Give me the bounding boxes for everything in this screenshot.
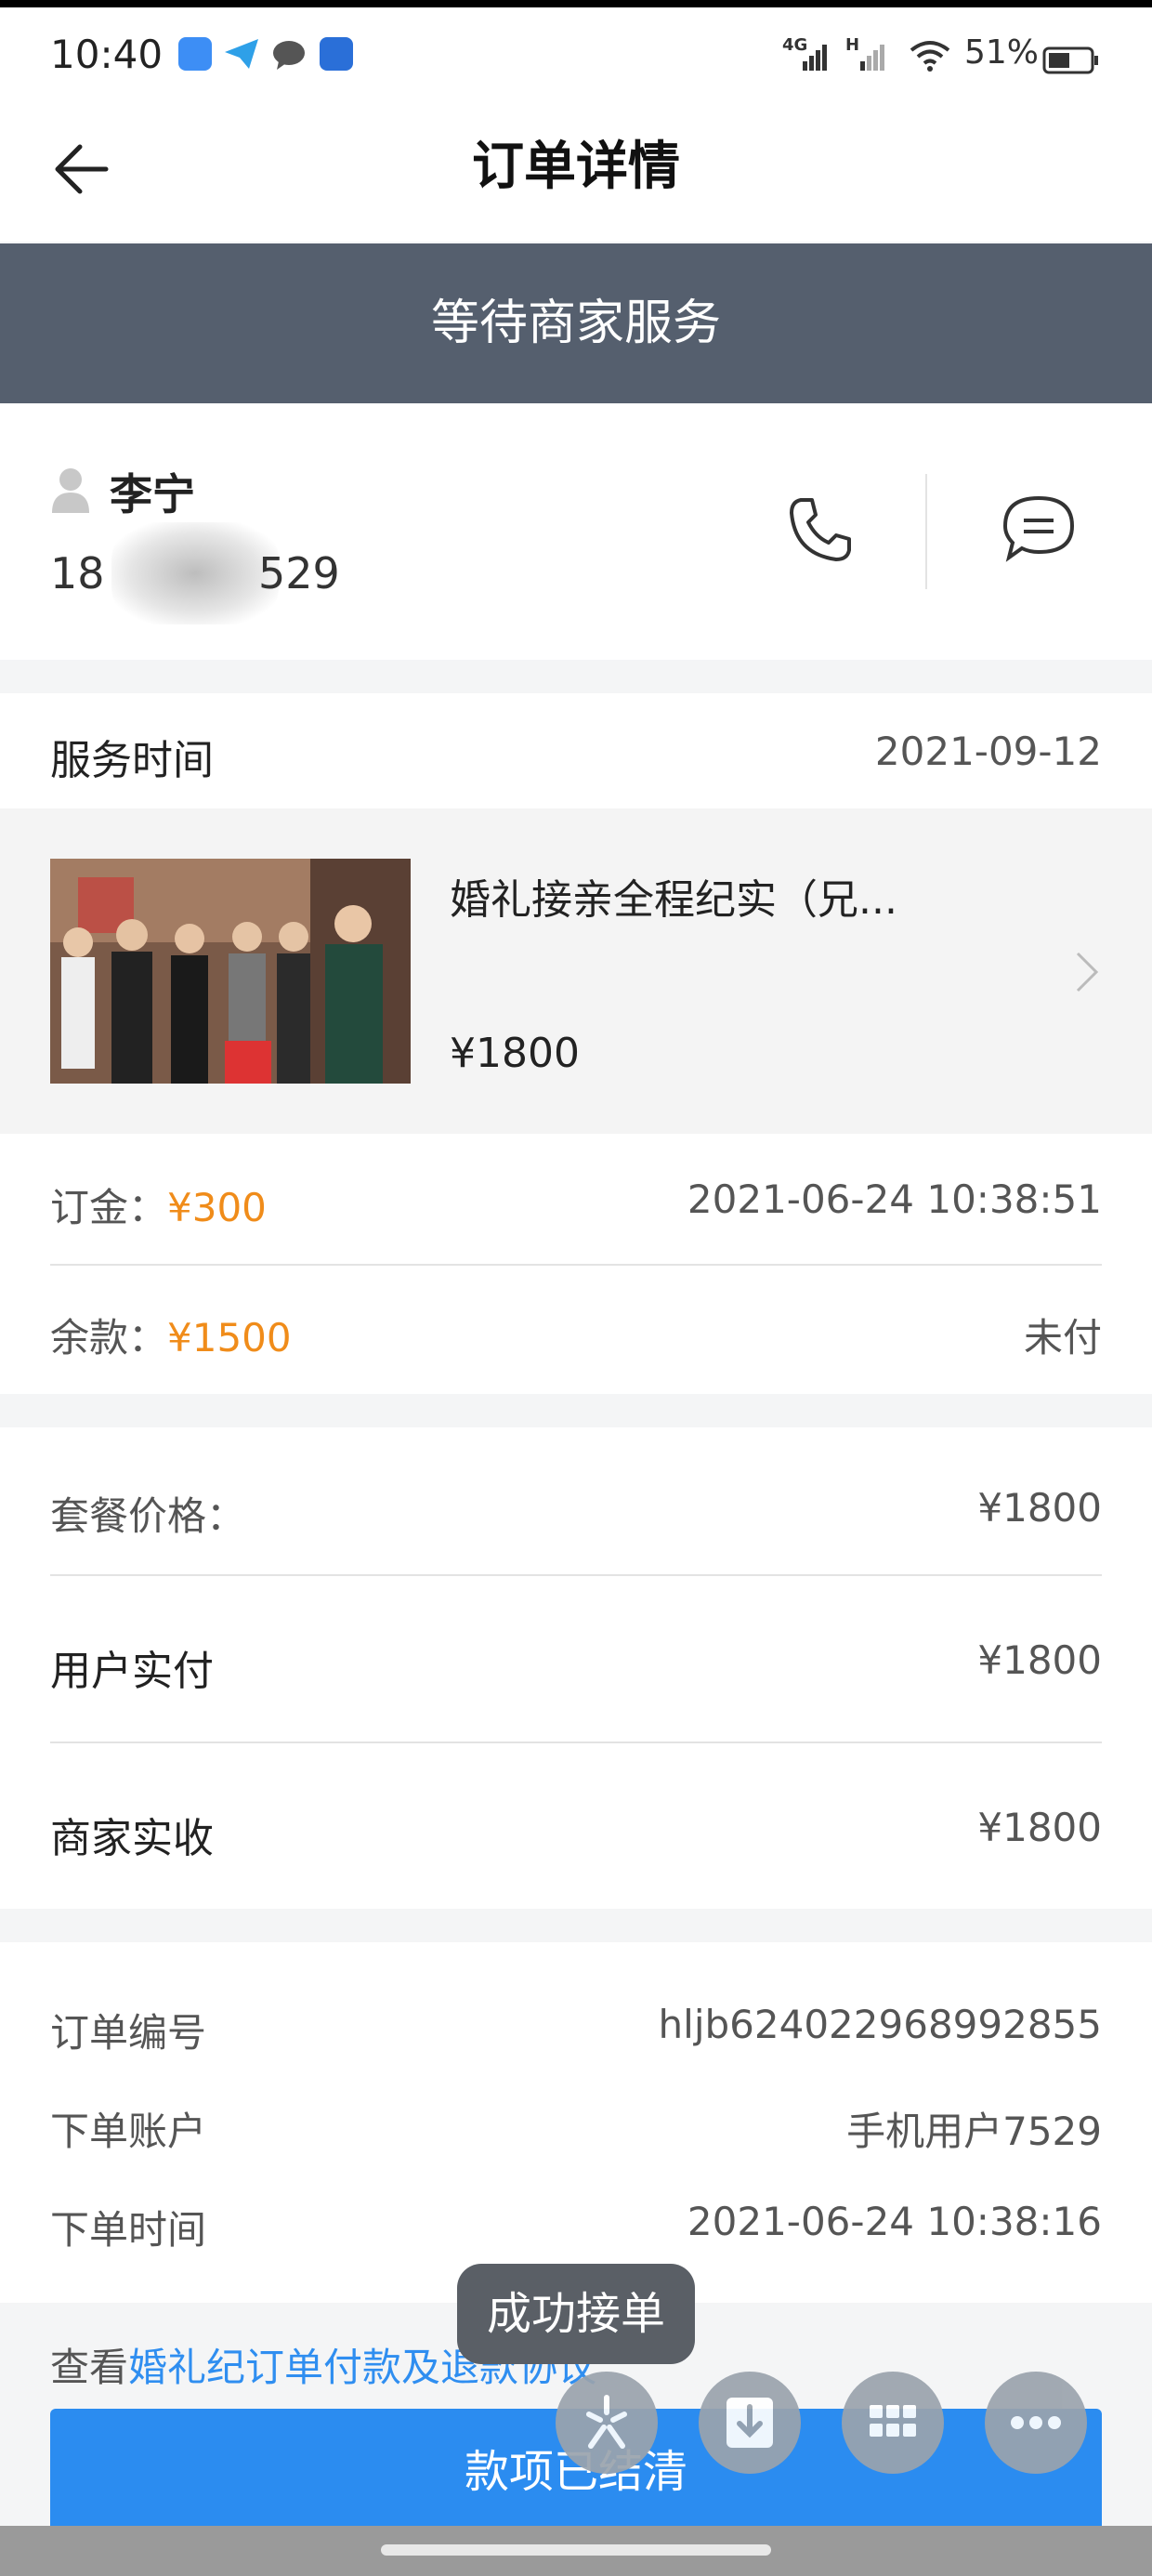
network-h-label: H bbox=[845, 35, 860, 55]
order-account-value: 手机用户7529 bbox=[846, 2109, 1102, 2154]
download-fab[interactable] bbox=[699, 2372, 801, 2474]
merchant-received-value: ¥1800 bbox=[977, 1805, 1102, 1850]
order-account-label: 下单账户 bbox=[50, 2109, 207, 2154]
message-icon bbox=[1002, 495, 1075, 562]
merchant-received-label: 商家实收 bbox=[50, 1815, 214, 1862]
battery-icon bbox=[1042, 46, 1100, 78]
user-avatar-icon bbox=[50, 467, 91, 517]
product-price: ¥1800 bbox=[450, 1030, 580, 1077]
deposit-time: 2021-06-24 10:38:51 bbox=[687, 1176, 1102, 1222]
user-paid-value: ¥1800 bbox=[977, 1637, 1102, 1683]
network-4g-label: 4G bbox=[782, 35, 808, 55]
status-time: 10:40 bbox=[50, 32, 164, 77]
divider bbox=[50, 1574, 1102, 1576]
user-paid-label: 用户实付 bbox=[50, 1648, 214, 1695]
order-time-value: 2021-06-24 10:38:16 bbox=[687, 2199, 1102, 2244]
balance-row-label: 余款：¥1500 bbox=[50, 1307, 292, 1363]
call-button[interactable] bbox=[782, 493, 857, 567]
grid-icon bbox=[870, 2405, 916, 2437]
download-icon bbox=[727, 2398, 773, 2448]
package-price-value: ¥1800 bbox=[977, 1485, 1102, 1531]
more-fab[interactable] bbox=[985, 2372, 1087, 2474]
product-title: 婚礼接亲全程纪实（兄... bbox=[450, 876, 897, 924]
robot-app-icon bbox=[320, 37, 353, 71]
balance-status: 未付 bbox=[1023, 1315, 1102, 1360]
home-indicator[interactable] bbox=[381, 2544, 771, 2556]
order-time-label: 下单时间 bbox=[50, 2207, 207, 2253]
phone-icon bbox=[790, 498, 851, 561]
paper-plane-icon bbox=[223, 37, 260, 74]
customer-phone-prefix: 18 bbox=[50, 548, 105, 598]
message-button[interactable] bbox=[1000, 491, 1078, 569]
customer-name: 李宁 bbox=[110, 469, 195, 519]
divider bbox=[925, 474, 927, 589]
agreement-prefix: 查看 bbox=[50, 2345, 129, 2390]
deposit-amount: ¥300 bbox=[167, 1185, 267, 1230]
divider bbox=[50, 1264, 1102, 1266]
order-number-value: hljb624022968992855 bbox=[658, 2002, 1102, 2047]
order-number-label: 订单编号 bbox=[50, 2010, 207, 2056]
customer-phone-suffix: 529 bbox=[258, 548, 340, 598]
package-price-label: 套餐价格： bbox=[50, 1493, 246, 1539]
product-thumbnail bbox=[50, 859, 411, 1084]
chat-bubble-icon bbox=[271, 39, 307, 74]
apps-fab[interactable] bbox=[842, 2372, 944, 2474]
page-title: 订单详情 bbox=[472, 137, 680, 197]
chevron-right-icon bbox=[1074, 950, 1100, 998]
balance-label: 余款： bbox=[50, 1315, 168, 1360]
wifi-icon bbox=[909, 39, 951, 76]
screen-top-edge bbox=[0, 0, 1152, 7]
phone-redaction bbox=[111, 522, 279, 624]
divider bbox=[50, 1741, 1102, 1743]
success-toast: 成功接单 bbox=[457, 2264, 695, 2364]
battery-percent: 51% bbox=[964, 33, 1040, 72]
service-time-value: 2021-09-12 bbox=[874, 729, 1102, 774]
sparkle-icon bbox=[586, 2395, 627, 2449]
order-status-banner: 等待商家服务 bbox=[0, 243, 1152, 403]
deposit-label: 订金： bbox=[50, 1185, 168, 1230]
balance-amount: ¥1500 bbox=[167, 1315, 292, 1360]
service-time-label: 服务时间 bbox=[50, 737, 214, 784]
deposit-row-label: 订金：¥300 bbox=[50, 1176, 267, 1233]
sparkle-fab[interactable] bbox=[556, 2372, 658, 2474]
more-dots-icon bbox=[1011, 2416, 1061, 2429]
notification-app-icon bbox=[178, 37, 212, 71]
